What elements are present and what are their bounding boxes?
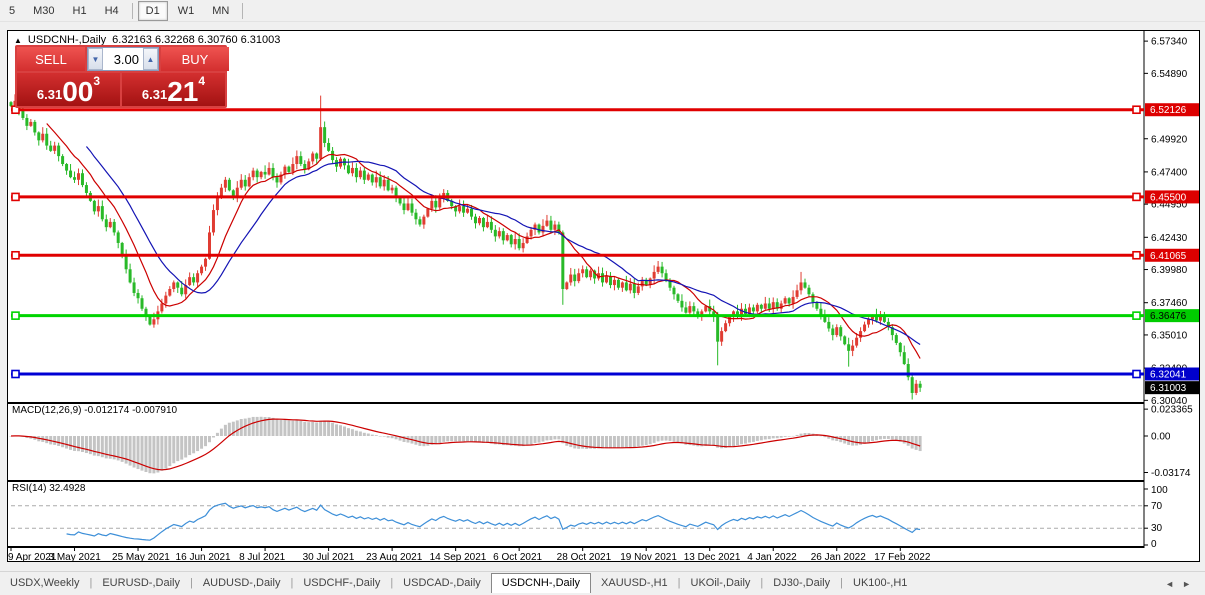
price-tag-6.52126: 6.52126 <box>1145 103 1199 117</box>
buy-button[interactable]: BUY <box>161 47 229 71</box>
timeframe-button-m30[interactable]: M30 <box>25 1 62 21</box>
svg-text:70: 70 <box>1151 501 1163 512</box>
svg-text:6.31003: 6.31003 <box>1150 383 1187 394</box>
level-line-6.36476[interactable] <box>11 311 1144 320</box>
toolbar-separator <box>131 2 133 19</box>
level-line-6.32041[interactable] <box>11 369 1144 379</box>
svg-text:6.37460: 6.37460 <box>1151 298 1188 309</box>
svg-text:6.47400: 6.47400 <box>1151 167 1188 178</box>
rsi-label: RSI(14) 32.4928 <box>12 483 86 494</box>
svg-text:6 Oct 2021: 6 Oct 2021 <box>493 552 542 561</box>
symbol-tab-bar: USDX,Weekly | EURUSD-,Daily | AUDUSD-,Daily |… <box>0 571 1205 593</box>
svg-text:6.36476: 6.36476 <box>1150 311 1187 322</box>
svg-text:28 Oct 2021: 28 Oct 2021 <box>557 552 612 561</box>
timeframe-button-w1[interactable]: W1 <box>170 1 203 21</box>
svg-text:6.35010: 6.35010 <box>1151 330 1188 341</box>
svg-text:30: 30 <box>1151 523 1163 534</box>
macd-panel <box>9 416 922 474</box>
sell-button[interactable]: SELL <box>17 47 85 71</box>
macd-label: MACD(12,26,9) -0.012174 -0.007910 <box>12 405 178 416</box>
one-click-trade-panel: SELL ▼ ▲ BUY 6.31 00 3 6.31 21 4 <box>15 45 229 108</box>
symbol-tab-xauusd[interactable]: XAUUSD-,H1 <box>591 574 678 593</box>
timeframe-button-5[interactable]: 5 <box>1 1 23 21</box>
symbol-tab-usdchf[interactable]: USDCHF-,Daily <box>293 574 390 593</box>
symbol-tab-usdcnh[interactable]: USDCNH-,Daily <box>490 573 592 593</box>
volume-decrease-button[interactable]: ▼ <box>88 48 103 70</box>
level-line-6.455[interactable] <box>11 192 1144 202</box>
price-tag-6.36476: 6.36476 <box>1145 309 1199 323</box>
rsi-panel <box>11 502 1144 541</box>
candles-group <box>9 94 922 400</box>
buy-price-pip: 4 <box>198 74 206 88</box>
buy-price-prefix: 6.31 <box>141 87 168 102</box>
svg-text:6.42430: 6.42430 <box>1151 233 1188 244</box>
tab-scroll-right-icon[interactable]: ► <box>1182 579 1191 589</box>
svg-text:6.52126: 6.52126 <box>1150 105 1187 116</box>
timeframe-button-d1[interactable]: D1 <box>137 0 168 21</box>
svg-text:6.32041: 6.32041 <box>1150 370 1187 381</box>
timeframe-button-h4[interactable]: H4 <box>97 1 127 21</box>
symbol-tab-usdx[interactable]: USDX,Weekly <box>0 574 89 593</box>
sell-price-display[interactable]: 6.31 00 3 <box>17 73 120 106</box>
svg-text:4 Jan 2022: 4 Jan 2022 <box>747 552 797 561</box>
svg-text:6.54890: 6.54890 <box>1151 69 1188 80</box>
svg-text:6.57340: 6.57340 <box>1151 37 1188 48</box>
tab-scroll-arrows: ◄ ► <box>1165 576 1205 593</box>
svg-text:13 Dec 2021: 13 Dec 2021 <box>684 552 741 561</box>
svg-text:3 May 2021: 3 May 2021 <box>49 552 102 561</box>
sell-price-main: 00 <box>62 76 94 107</box>
price-tag-6.41065: 6.41065 <box>1145 248 1199 262</box>
svg-text:6.41065: 6.41065 <box>1150 251 1187 262</box>
expand-arrow-icon[interactable]: ▲ <box>14 36 22 45</box>
buy-price-display[interactable]: 6.31 21 4 <box>122 73 225 106</box>
volume-increase-button[interactable]: ▲ <box>143 48 158 70</box>
timeframe-button-mn[interactable]: MN <box>204 1 237 21</box>
svg-text:23 Aug 2021: 23 Aug 2021 <box>366 552 423 561</box>
svg-text:14 Sep 2021: 14 Sep 2021 <box>430 552 487 561</box>
svg-text:0: 0 <box>1151 539 1157 550</box>
timeframe-toolbar: 5 M30 H1 H4 D1 W1 MN <box>0 0 1205 22</box>
toolbar-separator <box>242 2 244 19</box>
symbol-tab-uk100[interactable]: UK100-,H1 <box>843 574 917 593</box>
svg-text:0.00: 0.00 <box>1151 432 1171 443</box>
price-tag-6.45500: 6.45500 <box>1145 190 1199 204</box>
timeframe-button-h1[interactable]: H1 <box>65 1 95 21</box>
chart-canvas[interactable]: 6.573406.548906.499206.474006.449506.424… <box>8 31 1199 561</box>
svg-text:17 Feb 2022: 17 Feb 2022 <box>874 552 931 561</box>
svg-text:0.023365: 0.023365 <box>1151 405 1193 416</box>
volume-input[interactable] <box>103 48 143 70</box>
symbol-tab-eurusd[interactable]: EURUSD-,Daily <box>92 574 190 593</box>
svg-text:8 Jul 2021: 8 Jul 2021 <box>239 552 286 561</box>
ma-fast-line[interactable] <box>46 123 921 359</box>
svg-text:25 May 2021: 25 May 2021 <box>112 552 170 561</box>
svg-text:26 Jan 2022: 26 Jan 2022 <box>811 552 866 561</box>
date-axis[interactable]: 9 Apr 20213 May 2021 25 May 2021 16 Jun 20… <box>8 548 931 561</box>
symbol-tab-dj30[interactable]: DJ30-,Daily <box>763 574 840 593</box>
price-tag-6.31003: 6.31003 <box>1145 381 1199 395</box>
symbol-tab-audusd[interactable]: AUDUSD-,Daily <box>193 574 291 593</box>
tab-scroll-left-icon[interactable]: ◄ <box>1165 579 1174 589</box>
svg-text:19 Nov 2021: 19 Nov 2021 <box>620 552 677 561</box>
sell-price-prefix: 6.31 <box>36 87 63 102</box>
price-tag-6.32041: 6.32041 <box>1145 367 1199 381</box>
svg-text:6.45500: 6.45500 <box>1150 192 1187 203</box>
buy-price-main: 21 <box>167 76 199 107</box>
sell-price-pip: 3 <box>93 74 101 88</box>
svg-text:6.49920: 6.49920 <box>1151 134 1188 145</box>
symbol-tab-ukoil[interactable]: UKOil-,Daily <box>681 574 761 593</box>
chart-window[interactable]: 6.57340 6.54890 6.49920 6.47400 6.44950 6.424… <box>7 30 1200 562</box>
svg-text:16 Jun 2021: 16 Jun 2021 <box>176 552 231 561</box>
volume-stepper: ▼ ▲ <box>87 47 159 71</box>
svg-text:6.39980: 6.39980 <box>1151 265 1188 276</box>
svg-text:-0.03174: -0.03174 <box>1151 468 1191 479</box>
rsi-line <box>66 502 921 541</box>
svg-text:30 Jul 2021: 30 Jul 2021 <box>303 552 355 561</box>
symbol-tab-usdcad[interactable]: USDCAD-,Daily <box>393 574 491 593</box>
svg-text:100: 100 <box>1151 485 1168 496</box>
